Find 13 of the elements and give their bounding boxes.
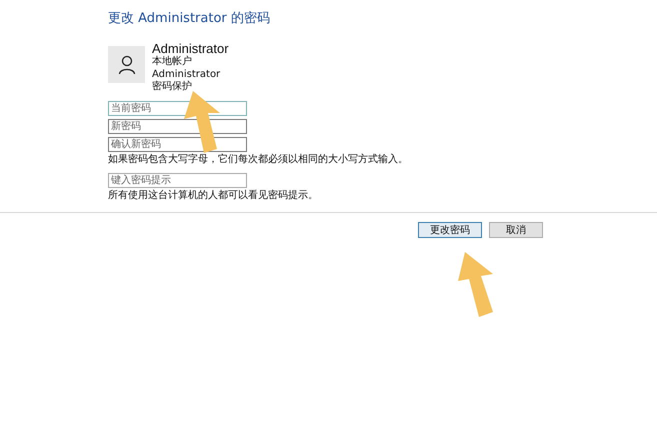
password-field[interactable]: 新密码 <box>108 118 247 134</box>
hint-field[interactable]: 键入密码提示 <box>108 172 247 188</box>
hint-note: 所有使用这台计算机的人都可以看见密码提示。 <box>108 188 319 202</box>
dialog-button[interactable]: 取消 <box>489 222 543 238</box>
account-name: Administrator <box>152 41 229 56</box>
account-username: Administrator <box>152 68 222 80</box>
dialog-button[interactable]: 更改密码 <box>418 222 482 238</box>
case-note: 如果密码包含大写字母，它们每次都必须以相同的大小写方式输入。 <box>108 152 409 166</box>
window-title: 更改 Administrator 的密码 <box>108 10 271 27</box>
account-type: 本地帐户 <box>152 56 193 68</box>
password-field[interactable]: 确认新密码 <box>108 136 247 152</box>
account-status: 密码保护 <box>152 81 193 94</box>
user-icon <box>118 54 136 74</box>
